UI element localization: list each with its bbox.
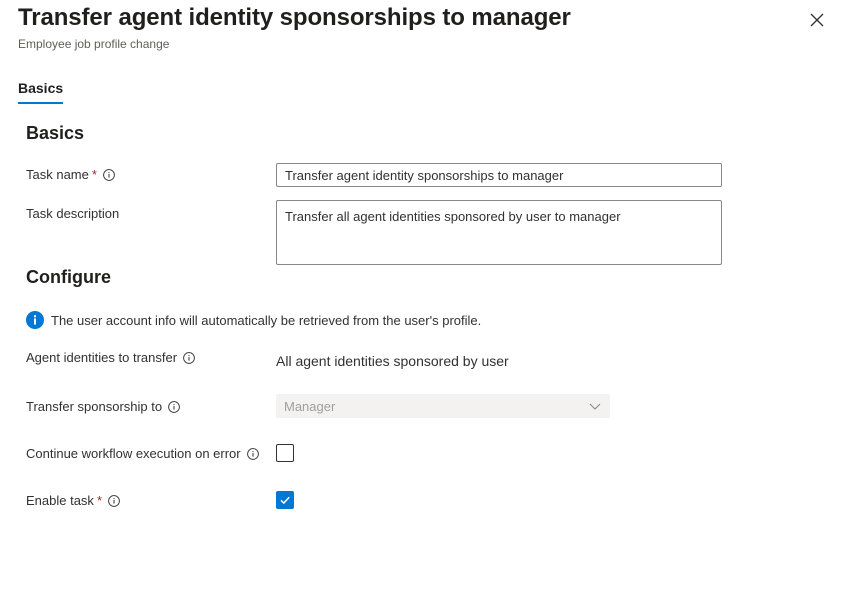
required-marker: *	[96, 493, 102, 508]
section-heading-basics: Basics	[26, 123, 85, 143]
task-name-label-text: Task name	[26, 167, 89, 182]
transfer-sponsorship-label: Transfer sponsorship to	[26, 399, 180, 414]
info-message: The user account info will automatically…	[26, 311, 481, 329]
chevron-down-icon	[588, 399, 602, 413]
info-icon[interactable]	[183, 351, 195, 364]
agent-identities-label-text: Agent identities to transfer	[26, 350, 178, 365]
task-description-label-text: Task description	[26, 206, 120, 221]
info-icon[interactable]	[108, 494, 120, 507]
task-name-input[interactable]	[276, 163, 722, 187]
close-icon	[810, 13, 824, 27]
enable-task-label: Enable task *	[26, 493, 120, 508]
info-filled-icon	[26, 311, 44, 329]
dropdown-selected-value: Manager	[284, 398, 336, 414]
checkmark-icon	[280, 496, 290, 505]
info-message-text: The user account info will automatically…	[51, 312, 482, 328]
close-button[interactable]	[805, 8, 829, 32]
enable-task-label-text: Enable task	[26, 493, 94, 508]
task-name-label: Task name *	[26, 167, 115, 182]
continue-on-error-checkbox[interactable]	[276, 444, 294, 462]
section-heading-configure: Configure	[26, 267, 111, 287]
enable-task-checkbox[interactable]	[276, 491, 294, 509]
info-icon[interactable]	[246, 447, 259, 460]
required-marker: *	[91, 167, 97, 182]
agent-identities-value: All agent identities sponsored by user	[276, 353, 509, 369]
task-description-input[interactable]: Transfer all agent identities sponsored …	[276, 200, 722, 265]
transfer-sponsorship-dropdown[interactable]: Manager	[276, 394, 610, 418]
task-panel: Transfer agent identity sponsorships to …	[0, 0, 852, 615]
continue-on-error-label-text: Continue workflow execution on error	[26, 446, 241, 461]
info-icon[interactable]	[103, 168, 115, 181]
panel-subtitle: Employee job profile change	[18, 37, 170, 51]
task-description-label: Task description	[26, 206, 119, 221]
transfer-sponsorship-label-text: Transfer sponsorship to	[26, 399, 163, 414]
tab-basics[interactable]: Basics	[18, 80, 64, 104]
panel-title: Transfer agent identity sponsorships to …	[18, 4, 571, 31]
agent-identities-label: Agent identities to transfer	[26, 350, 195, 365]
continue-on-error-label: Continue workflow execution on error	[26, 446, 259, 461]
info-icon[interactable]	[168, 400, 180, 413]
